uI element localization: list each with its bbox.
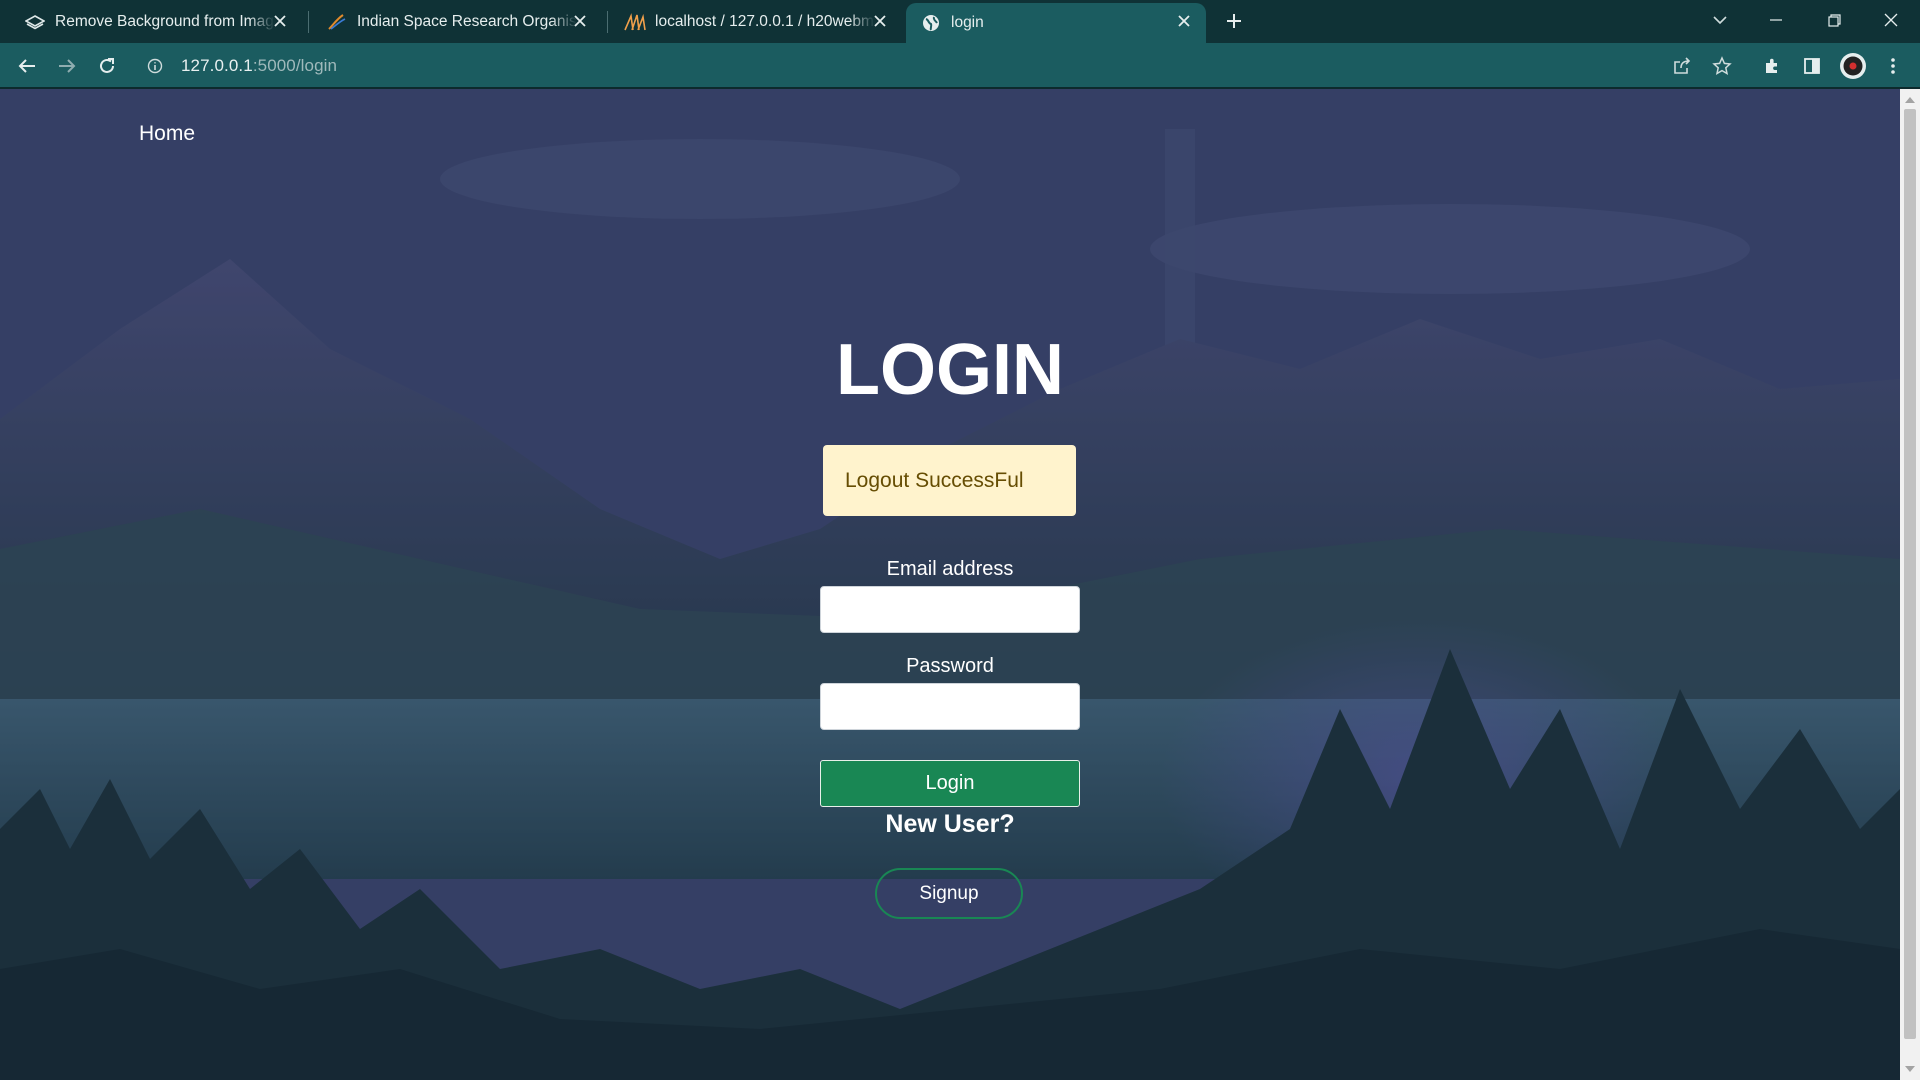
tab-phpmyadmin[interactable]: localhost / 127.0.0.1 / h20webmc bbox=[600, 0, 902, 43]
login-button[interactable]: Login bbox=[820, 760, 1080, 807]
side-panel-icon[interactable] bbox=[1797, 51, 1827, 81]
layers-icon bbox=[24, 11, 46, 33]
tab-title: Remove Background from Image bbox=[55, 12, 275, 30]
rocket-icon bbox=[326, 11, 348, 33]
close-icon[interactable] bbox=[870, 11, 890, 31]
email-field[interactable] bbox=[820, 586, 1080, 633]
extensions-icon[interactable] bbox=[1757, 51, 1787, 81]
url-text[interactable]: 127.0.0.1:5000/login bbox=[181, 56, 337, 76]
logout-success-alert: Logout SuccessFul bbox=[823, 445, 1076, 516]
new-tab-button[interactable] bbox=[1222, 9, 1246, 33]
share-icon[interactable] bbox=[1667, 51, 1697, 81]
tab-strip: Remove Background from Image Indian Spac… bbox=[0, 0, 1920, 43]
password-label: Password bbox=[906, 655, 994, 677]
scrollbar-thumb[interactable] bbox=[1904, 109, 1916, 1039]
tab-title: login bbox=[951, 14, 984, 31]
url-host: 127.0.0.1 bbox=[181, 55, 253, 75]
restore-icon[interactable] bbox=[1814, 6, 1854, 34]
tab-title: localhost / 127.0.0.1 / h20webmc bbox=[655, 12, 875, 30]
menu-kebab-icon[interactable] bbox=[1878, 51, 1908, 81]
close-icon[interactable] bbox=[1174, 11, 1194, 31]
globe-icon bbox=[920, 12, 942, 34]
tab-login[interactable]: login bbox=[906, 3, 1206, 43]
tab-isro[interactable]: Indian Space Research Organisation bbox=[302, 0, 602, 43]
forward-arrow-icon[interactable] bbox=[52, 51, 82, 81]
nav-home-link[interactable]: Home bbox=[139, 122, 195, 146]
address-bar[interactable]: 127.0.0.1:5000/login bbox=[137, 47, 1677, 84]
close-icon[interactable] bbox=[270, 11, 290, 31]
back-arrow-icon[interactable] bbox=[12, 51, 42, 81]
browser-toolbar: 127.0.0.1:5000/login bbox=[0, 43, 1920, 88]
scroll-down-arrow-icon[interactable] bbox=[1905, 1066, 1915, 1072]
page-viewport: Home LOGIN Logout SuccessFul Email addre… bbox=[0, 89, 1900, 1080]
tab-remove-background[interactable]: Remove Background from Image bbox=[0, 0, 302, 43]
new-user-text: New User? bbox=[885, 810, 1015, 838]
tab-title: Indian Space Research Organisation bbox=[357, 12, 577, 30]
url-path: :5000/login bbox=[252, 55, 338, 75]
password-field[interactable] bbox=[820, 683, 1080, 730]
reload-icon[interactable] bbox=[92, 51, 122, 81]
vertical-scrollbar[interactable] bbox=[1900, 89, 1920, 1080]
minimize-icon[interactable] bbox=[1756, 6, 1796, 34]
scroll-up-arrow-icon[interactable] bbox=[1905, 97, 1915, 103]
close-window-icon[interactable] bbox=[1871, 6, 1911, 34]
signup-button[interactable]: Signup bbox=[875, 868, 1023, 919]
phpmyadmin-icon bbox=[624, 11, 646, 33]
bookmark-star-icon[interactable] bbox=[1707, 51, 1737, 81]
tab-search-icon[interactable] bbox=[1700, 6, 1740, 34]
page-title: LOGIN bbox=[836, 330, 1064, 410]
close-icon[interactable] bbox=[570, 11, 590, 31]
site-info-icon[interactable] bbox=[147, 58, 163, 74]
background-landscape-image bbox=[0, 89, 1900, 1080]
email-label: Email address bbox=[886, 558, 1014, 580]
profile-avatar-icon[interactable] bbox=[1838, 51, 1868, 81]
